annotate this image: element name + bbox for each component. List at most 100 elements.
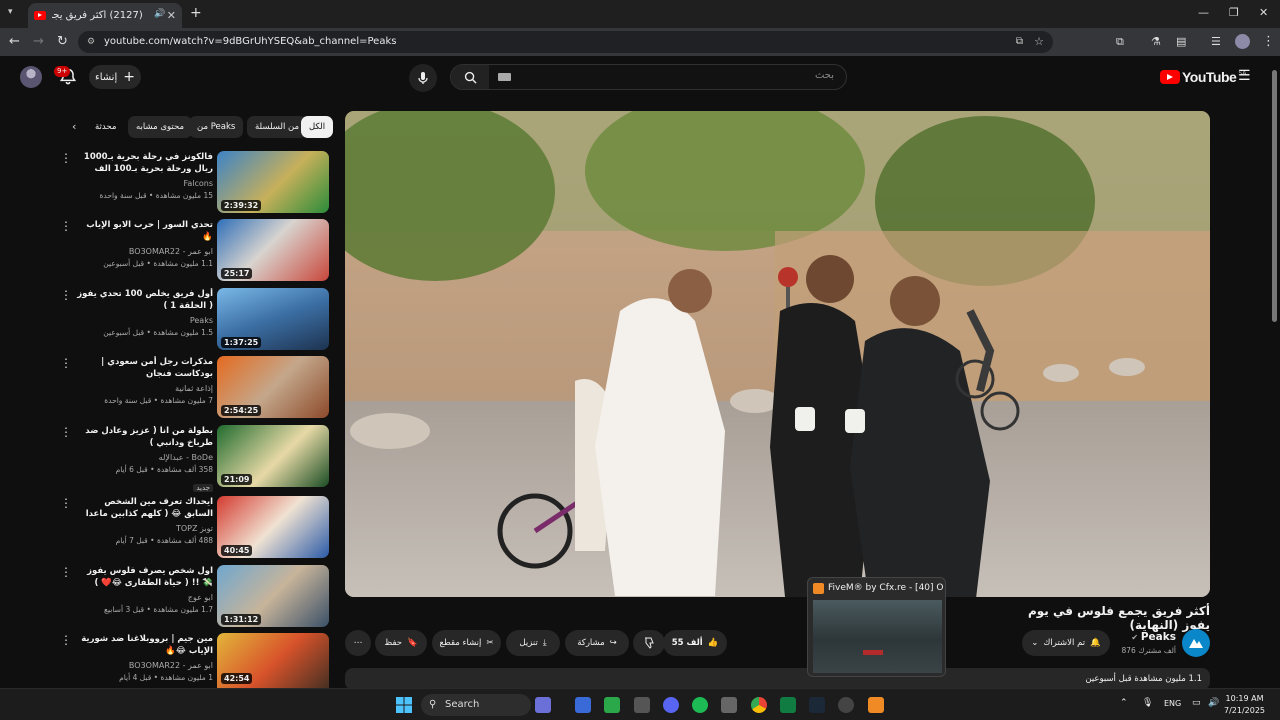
page-scrollbar[interactable] bbox=[1271, 60, 1278, 688]
related-video-item[interactable]: ⋮ مين جيم | برووبلاغنا ضد شورية الإياب 😂… bbox=[60, 633, 330, 688]
search-button[interactable] bbox=[451, 65, 489, 89]
copilot-icon[interactable] bbox=[535, 697, 551, 713]
taskbar-window-preview[interactable]: FiveM® by Cfx.re - [40] Ou... bbox=[807, 577, 946, 677]
fivem-icon[interactable] bbox=[868, 697, 884, 713]
channel-name[interactable]: ✔ Peaks bbox=[1100, 631, 1176, 643]
chip-similar[interactable]: محتوى مشابه bbox=[128, 116, 192, 138]
clip-label: إنشاء مقطع bbox=[439, 638, 482, 648]
preview-thumbnail[interactable] bbox=[813, 600, 942, 673]
create-button[interactable]: إنشاء + bbox=[89, 65, 141, 89]
like-count[interactable]: 55 ألف bbox=[672, 638, 703, 648]
account-avatar[interactable] bbox=[20, 66, 42, 88]
keyboard-icon[interactable] bbox=[498, 73, 511, 81]
youtube-logo[interactable]: YouTube SA bbox=[1160, 69, 1246, 85]
restore-icon[interactable]: ❐ bbox=[1229, 6, 1239, 19]
bookmark-star-icon[interactable]: ☆ bbox=[1034, 31, 1044, 53]
epic-games-icon[interactable] bbox=[634, 697, 650, 713]
chip-from-series[interactable]: من السلسلة bbox=[247, 116, 308, 138]
spotify-icon[interactable] bbox=[692, 697, 708, 713]
steam-icon[interactable] bbox=[809, 697, 825, 713]
speaker-icon[interactable]: 🔊 bbox=[154, 9, 165, 19]
menu-dots-icon[interactable]: ⋮ bbox=[1262, 34, 1275, 50]
search-input[interactable]: بحث bbox=[815, 70, 834, 81]
more-options-icon[interactable]: ⋮ bbox=[60, 426, 72, 438]
clip-button[interactable]: إنشاء مقطع ✂ bbox=[432, 630, 501, 656]
more-options-icon[interactable]: ⋮ bbox=[60, 497, 72, 509]
windows-start-icon[interactable] bbox=[396, 697, 412, 713]
chip-watched[interactable]: محدثة bbox=[92, 116, 119, 138]
video-frame bbox=[345, 111, 1210, 597]
download-button[interactable]: تنزيل ⤓ bbox=[506, 630, 560, 656]
related-views: 358 ألف مشاهدة • قبل 6 أيام bbox=[115, 465, 213, 474]
back-icon[interactable]: ← bbox=[9, 34, 20, 50]
extensions-icon[interactable]: ⧉ bbox=[1116, 34, 1124, 50]
discord-icon[interactable] bbox=[663, 697, 679, 713]
share-button[interactable]: مشاركة ↪ bbox=[565, 630, 629, 656]
related-video-item[interactable]: ⋮ اول شخص يصرف فلوس يفوز 💸 !! ( حياة الط… bbox=[60, 565, 330, 629]
fivem-app-icon bbox=[813, 583, 824, 594]
related-title: فالكونز في رحلة بحرية بـ1000 ريال ورحلة … bbox=[83, 152, 213, 174]
xbox-icon[interactable] bbox=[604, 697, 620, 713]
flask-icon[interactable]: ⚗ bbox=[1151, 34, 1161, 50]
mail-icon[interactable] bbox=[721, 697, 737, 713]
video-player[interactable] bbox=[345, 111, 1210, 597]
chrome-icon[interactable] bbox=[751, 697, 767, 713]
forward-icon[interactable]: → bbox=[33, 34, 44, 50]
taskbar-search[interactable]: ⚲ Search bbox=[421, 694, 531, 716]
system-clock[interactable]: 10:19 AM 7/21/2025 bbox=[1224, 693, 1265, 717]
more-options-icon[interactable]: ⋮ bbox=[60, 634, 72, 646]
task-view-icon[interactable] bbox=[575, 697, 591, 713]
more-options-icon[interactable]: ⋮ bbox=[60, 152, 72, 164]
tray-mic-icon[interactable]: 🎙 bbox=[1142, 698, 1153, 708]
like-icon[interactable]: 👍 bbox=[708, 638, 719, 648]
voice-search-button[interactable] bbox=[409, 64, 437, 92]
search-box[interactable]: بحث bbox=[450, 64, 847, 90]
url-field[interactable]: ⚙ youtube.com/watch?v=9dBGrUhYSEQ&ab_cha… bbox=[78, 31, 1053, 53]
cast-icon[interactable]: ⧉ bbox=[1016, 31, 1023, 53]
close-window-icon[interactable]: ✕ bbox=[1259, 6, 1268, 19]
related-views: 1 مليون مشاهدة • قبل 4 أيام bbox=[119, 673, 213, 682]
sidebar-icon[interactable]: ▤ bbox=[1176, 34, 1186, 50]
save-button[interactable]: حفظ 🔖 bbox=[375, 630, 427, 656]
site-info-icon[interactable]: ⚙ bbox=[87, 31, 95, 53]
related-duration: 40:45 bbox=[221, 545, 253, 556]
language-indicator[interactable]: ENG bbox=[1164, 699, 1181, 708]
excel-icon[interactable] bbox=[780, 697, 796, 713]
scrollbar-thumb[interactable] bbox=[1272, 70, 1277, 322]
more-options-icon[interactable]: ⋮ bbox=[60, 220, 72, 232]
minimize-icon[interactable]: — bbox=[1198, 6, 1209, 19]
dislike-button[interactable] bbox=[633, 630, 665, 656]
related-video-item[interactable]: ⋮ بطولة من انا ( عزيز وعادل ضد طرباخ ودا… bbox=[60, 425, 330, 492]
browser-tab[interactable]: 🔊 (2127) أكثر فريق يجمع فلوس ✕ bbox=[28, 3, 182, 28]
chips-left-arrow-icon[interactable]: ‹ bbox=[72, 120, 76, 133]
chip-all[interactable]: الكل bbox=[301, 116, 334, 138]
tray-overflow-icon[interactable]: ⌃ bbox=[1120, 698, 1128, 708]
more-options-icon[interactable]: ⋮ bbox=[60, 289, 72, 301]
tab-list-icon[interactable]: ▾ bbox=[8, 7, 13, 17]
related-video-item[interactable]: ⋮ مذكرات رجل أمن سعودي | بودكاست فنجان إ… bbox=[60, 356, 330, 420]
thumbs-down-icon bbox=[645, 637, 654, 649]
guide-menu-icon[interactable]: ☰ bbox=[1238, 68, 1251, 84]
new-tab-icon[interactable]: + bbox=[190, 5, 202, 21]
description-box[interactable]: 1.1 مليون مشاهدة قبل أسبوعين bbox=[345, 668, 1210, 690]
related-video-item[interactable]: ⋮ ايحداك تعرف مين الشخص السابق 😂 ( كلهم … bbox=[60, 496, 330, 560]
media-control-icon[interactable]: ☰ bbox=[1211, 34, 1221, 50]
more-options-icon[interactable]: ⋮ bbox=[60, 566, 72, 578]
subscriber-count: 876 ألف مشترك bbox=[1121, 646, 1176, 655]
subscribed-button[interactable]: ⌄ تم الاشتراك 🔔 bbox=[1022, 630, 1110, 656]
app-icon[interactable] bbox=[838, 697, 854, 713]
share-icon: ↪ bbox=[609, 638, 617, 648]
close-tab-icon[interactable]: ✕ bbox=[167, 9, 176, 22]
related-video-item[interactable]: ⋮ تحدي السور | حرب الابو الإياب 🔥 ابو عم… bbox=[60, 219, 330, 283]
related-video-item[interactable]: ⋮ أول فريق يخلص 100 تحدي يفوز ( الحلقة 1… bbox=[60, 288, 330, 352]
reload-icon[interactable]: ↻ bbox=[57, 34, 68, 50]
more-actions-button[interactable]: ⋯ bbox=[345, 630, 371, 656]
related-video-item[interactable]: ⋮ فالكونز في رحلة بحرية بـ1000 ريال ورحل… bbox=[60, 151, 330, 215]
youtube-play-icon bbox=[1160, 70, 1180, 84]
more-options-icon[interactable]: ⋮ bbox=[60, 357, 72, 369]
volume-icon[interactable]: 🔊 bbox=[1208, 698, 1219, 708]
profile-avatar[interactable] bbox=[1235, 34, 1250, 49]
channel-avatar[interactable] bbox=[1182, 629, 1210, 657]
network-icon[interactable]: ▭ bbox=[1192, 698, 1201, 708]
chip-from-peaks[interactable]: من Peaks bbox=[189, 116, 244, 138]
